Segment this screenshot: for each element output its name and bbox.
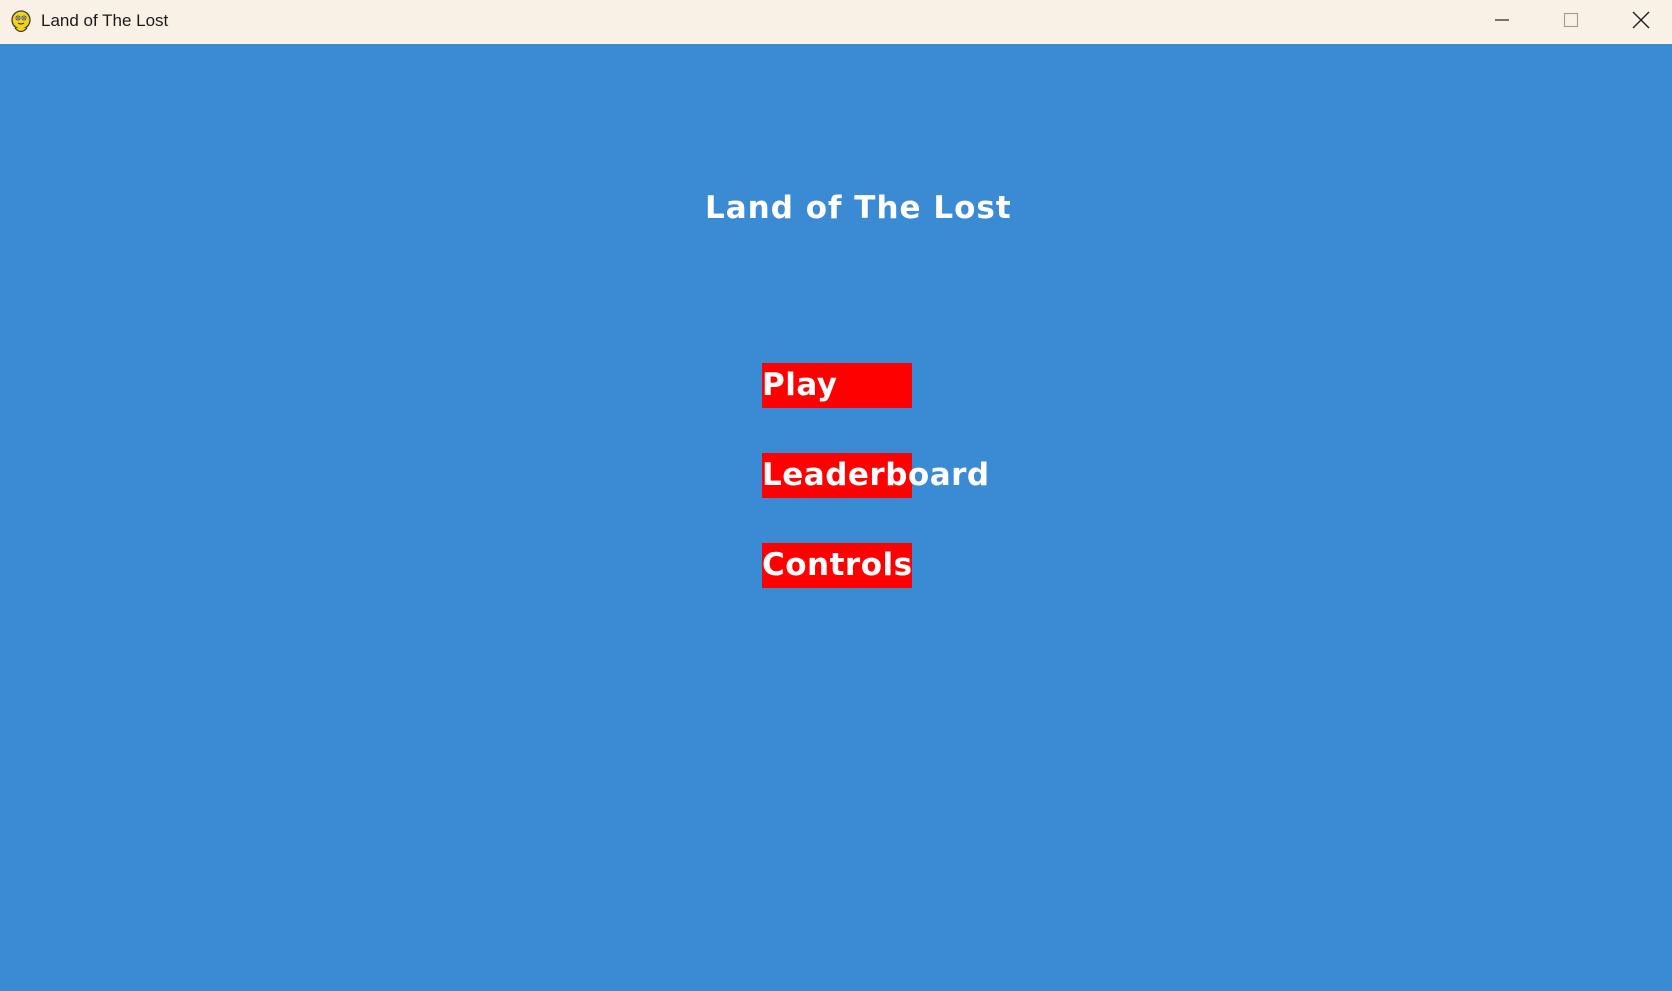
controls-button-label: Controls xyxy=(762,547,913,583)
pygame-snake-icon xyxy=(9,9,33,35)
minimize-icon xyxy=(1494,12,1510,32)
maximize-icon xyxy=(1563,12,1579,32)
window-title: Land of The Lost xyxy=(41,11,169,30)
close-icon xyxy=(1632,11,1650,33)
game-title: Land of The Lost xyxy=(705,190,1012,226)
close-button[interactable] xyxy=(1607,0,1672,44)
controls-button[interactable]: Controls xyxy=(762,543,912,588)
leaderboard-button[interactable]: Leaderboard xyxy=(762,453,989,498)
leaderboard-button-label: Leaderboard xyxy=(762,457,990,493)
title-bar[interactable]: Land of The Lost xyxy=(0,0,1672,44)
maximize-button[interactable] xyxy=(1537,0,1605,44)
play-button[interactable]: Play xyxy=(762,363,912,408)
game-canvas[interactable]: Land of The Lost Play Leaderboard Contro… xyxy=(0,44,1672,991)
game-window: Land of The Lost Land of The Lost Play L… xyxy=(0,0,1672,991)
minimize-button[interactable] xyxy=(1468,0,1536,44)
play-button-label: Play xyxy=(762,367,838,403)
